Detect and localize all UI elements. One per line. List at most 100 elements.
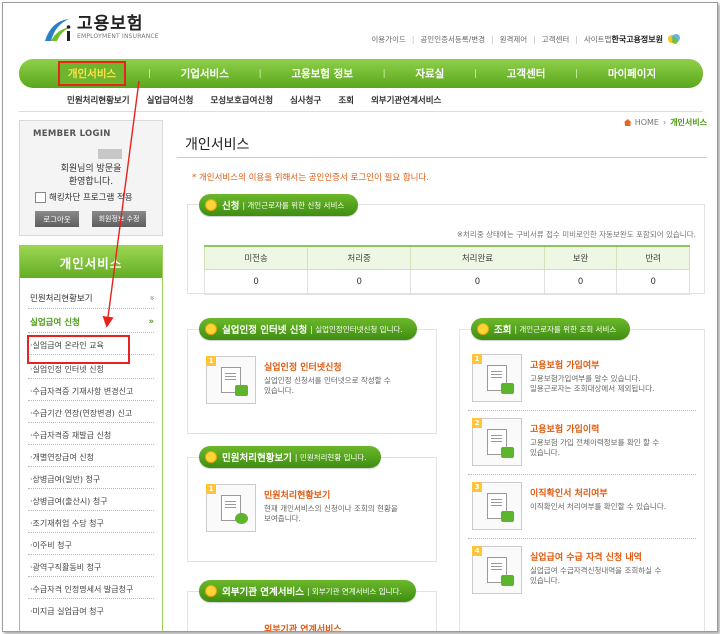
subnav-civil-status[interactable]: 민원처리현황보기 — [67, 94, 130, 106]
lnb-sub-item[interactable]: ·조기재취업 수당 청구 — [30, 518, 104, 529]
lnb-sub-item[interactable]: ·수급자격증 기재사항 변경신고 — [30, 386, 133, 397]
value-rejected[interactable]: 0 — [616, 269, 690, 295]
civil-status-section-header: 민원처리현황보기 | 민원처리현황 입니다. — [199, 446, 381, 468]
card-external-title[interactable]: 외부기관 연계서비스 — [264, 622, 342, 631]
hacking-block-label: 해킹차단 프로그램 적용 — [49, 193, 133, 203]
divider — [468, 474, 696, 475]
card-separation-confirm[interactable]: 3 이직확인서 처리여부 이직확인서 처리여부를 확인할 수 있습니다. — [472, 482, 666, 530]
breadcrumb: HOME › 개인서비스 — [623, 117, 707, 128]
card-insurance-join-title[interactable]: 고용보험 가입여부 — [530, 358, 654, 371]
logo-title: 고용보험 — [77, 14, 144, 34]
browser-frame: 고용보험 EMPLOYMENT INSURANCE 이용가이드 | 공인인증서등록… — [2, 2, 718, 632]
breadcrumb-current: 개인서비스 — [670, 118, 707, 127]
card-civil-status-title[interactable]: 민원처리현황보기 — [264, 488, 398, 501]
lnb-civil-status-label: 민원처리현황보기 — [30, 294, 93, 304]
nav-mypage[interactable]: 마이페이지 — [600, 63, 664, 84]
value-processing[interactable]: 0 — [307, 269, 412, 295]
card-separation-confirm-title[interactable]: 이직확인서 처리여부 — [530, 486, 666, 499]
col-supplement: 보완 — [543, 245, 618, 270]
divider — [19, 111, 703, 112]
lnb-unemployment[interactable]: 실업급여 신청 » — [30, 316, 154, 328]
subnav-appeal[interactable]: 심사청구 — [290, 94, 321, 106]
nav-customer-center[interactable]: 고객센터 — [499, 63, 554, 84]
lnb-sub-item[interactable]: ·광역구직활동비 청구 — [30, 562, 101, 573]
divider — [28, 308, 154, 309]
value-unsent[interactable]: 0 — [203, 269, 309, 295]
util-link-sitemap[interactable]: 사이트맵 — [584, 34, 612, 45]
card-insurance-history[interactable]: 2 고용보험 가입이력 고용보험 가입 전체이력정보를 확인 할 수 있습니다. — [472, 418, 659, 466]
divider — [468, 538, 696, 539]
logout-button[interactable]: 로그아웃 — [35, 211, 79, 227]
col-unsent: 미전송 — [203, 245, 309, 270]
divider — [28, 332, 154, 333]
bullet-icon — [205, 585, 217, 597]
divider — [28, 400, 154, 401]
bullet-icon — [205, 323, 217, 335]
login-greeting-1: 회원님의 방문을 — [60, 164, 122, 174]
lookup-section-header: 조회 | 개인근로자를 위한 조회 서비스 — [471, 318, 631, 340]
nav-library[interactable]: 자료실 — [407, 63, 452, 84]
lnb-sub-item[interactable]: ·수급자격 인정명세서 발급청구 — [30, 584, 133, 595]
card-unemployment[interactable]: 1 실업인정 인터넷신청 실업인정 신청서를 인터넷으로 작성할 수 있습니다. — [206, 356, 391, 404]
apply-status-box: ※처리중 상태에는 구비서류 접수 미비로인한 자동보완도 포함되어 있습니다.… — [187, 204, 705, 295]
divider — [28, 422, 154, 423]
civil-status-section-desc: | 민원처리현황 입니다. — [294, 452, 367, 462]
value-supplement[interactable]: 0 — [543, 269, 618, 295]
external-section-header: 외부기관 연계서비스 | 외부기관 연계서비스 입니다. — [199, 580, 416, 602]
lnb-civil-status[interactable]: 민원처리현황보기 » — [30, 292, 156, 304]
login-greeting-2: 환영합니다. — [68, 177, 114, 187]
lnb-sub-item[interactable]: ·상병급여(일반) 청구 — [30, 474, 100, 485]
subnav-external[interactable]: 외부기관연계서비스 — [371, 94, 441, 106]
card-insurance-join[interactable]: 1 고용보험 가입여부 고용보험가입여부를 알수 있습니다. 일용근로자는 조회대상에… — [472, 354, 654, 402]
lnb-sub-item[interactable]: ·이주비 청구 — [30, 540, 72, 551]
card-insurance-history-title[interactable]: 고용보험 가입이력 — [530, 422, 659, 435]
hacking-block-checkbox[interactable] — [35, 191, 46, 203]
lnb-sub-item[interactable]: ·수급기간 연장(연장변경) 신고 — [30, 408, 132, 419]
card-unemployment-desc-2: 있습니다. — [264, 386, 294, 395]
lnb-sub-item[interactable]: ·수급자격증 재발급 신청 — [30, 430, 111, 441]
lookup-section-title: 조회 — [494, 325, 512, 336]
chevron-right-icon: » — [148, 317, 155, 327]
card-unemployment-qualification-desc-1: 실업급여 수급자격신청내역을 조회하실 수 — [530, 566, 662, 575]
col-rejected: 반려 — [616, 245, 690, 270]
site-logo[interactable]: 고용보험 EMPLOYMENT INSURANCE — [41, 15, 159, 51]
card-civil-status[interactable]: 1 민원처리현황보기 현재 개인서비스의 신청이나 조회의 현황을 보여줍니다. — [206, 484, 398, 532]
lnb-sub-item[interactable]: ·개별연장급여 신청 — [30, 452, 94, 463]
divider — [28, 532, 154, 533]
value-completed[interactable]: 0 — [410, 269, 545, 295]
card-unemployment-qualification[interactable]: 4 실업급여 수급 자격 신청 내역 실업급여 수급자격신청내역을 조회하실 수 있습… — [472, 546, 661, 594]
external-section-desc: | 외부기관 연계서비스 입니다. — [306, 586, 402, 596]
nav-personal-service[interactable]: 개인서비스 — [57, 61, 127, 86]
bullet-icon — [205, 199, 217, 211]
divider — [28, 378, 154, 379]
divider — [28, 510, 154, 511]
util-link-remote[interactable]: 원격제어 — [500, 34, 528, 45]
history-icon: 2 — [472, 418, 522, 466]
edit-profile-button[interactable]: 회원정보 수정 — [92, 211, 146, 227]
sub-nav: 민원처리현황보기 실업급여신청 모성보호급여신청 심사청구 조회 외부기관연계서… — [67, 94, 458, 106]
nav-corporate-service[interactable]: 기업서비스 — [173, 63, 237, 84]
divider — [28, 488, 154, 489]
card-unemployment-qualification-title[interactable]: 실업급여 수급 자격 신청 내역 — [530, 550, 661, 563]
lookup-box: 1 고용보험 가입여부 고용보험가입여부를 알수 있습니다. 일용근로자는 조회대상에… — [459, 329, 705, 631]
card-unemployment-title[interactable]: 실업인정 인터넷신청 — [264, 360, 391, 373]
unemployment-section-header: 실업인정 인터넷 신청 | 실업인정인터넷신청 입니다. — [199, 318, 417, 340]
apply-section-header: 신청 | 개인근로자를 위한 신청 서비스 — [199, 194, 359, 216]
subnav-lookup[interactable]: 조회 — [338, 94, 354, 106]
card-insurance-join-desc-1: 고용보험가입여부를 알수 있습니다. — [530, 374, 641, 383]
card-separation-confirm-desc-1: 이직확인서 처리여부를 확인할 수 있습니다. — [530, 502, 667, 511]
subnav-maternity[interactable]: 모성보호급여신청 — [210, 94, 273, 106]
util-link-customer[interactable]: 고객센터 — [542, 34, 570, 45]
nav-insurance-info[interactable]: 고용보험 정보 — [283, 63, 361, 84]
util-link-cert[interactable]: 공인인증서등록/변경 — [420, 34, 485, 45]
col-processing: 처리중 — [307, 245, 412, 270]
lnb-sub-item[interactable]: ·실업인정 인터넷 신청 — [30, 364, 104, 375]
lnb-sub-item[interactable]: ·상병급여(출산시) 청구 — [30, 496, 108, 507]
lnb-sub-item[interactable]: ·미지급 실업급여 청구 — [30, 606, 104, 617]
agency-name[interactable]: 한국고용정보원 — [611, 34, 663, 45]
logo-icon — [41, 15, 75, 45]
util-link-guide[interactable]: 이용가이드 — [371, 34, 406, 45]
hacking-block-option[interactable]: 해킹차단 프로그램 적용 — [35, 191, 133, 203]
breadcrumb-home[interactable]: HOME — [635, 118, 659, 127]
subnav-unemployment[interactable]: 실업급여신청 — [147, 94, 194, 106]
